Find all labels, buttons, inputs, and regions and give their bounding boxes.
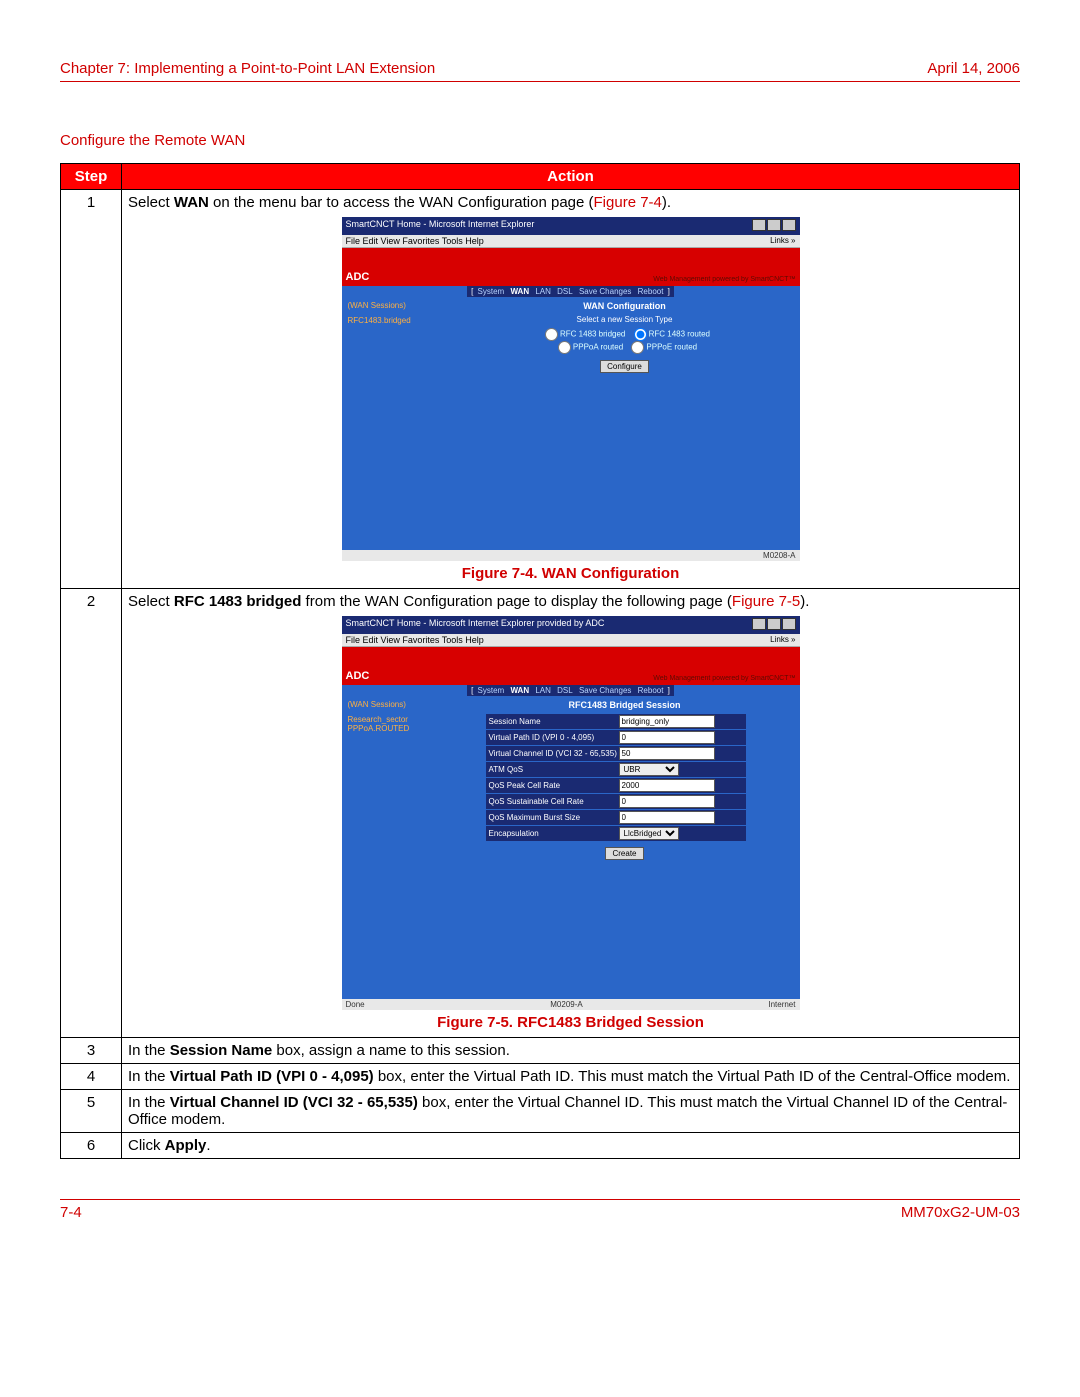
step-number: 2 bbox=[61, 589, 122, 1038]
window-titlebar: SmartCNCT Home - Microsoft Internet Expl… bbox=[342, 217, 800, 235]
logo-bar: ADC Web Management powered by SmartCNCT™ bbox=[342, 248, 800, 286]
panel-title: WAN Configuration bbox=[456, 301, 794, 311]
adc-logo: ADC bbox=[346, 671, 370, 682]
window-title: SmartCNCT Home - Microsoft Internet Expl… bbox=[346, 618, 605, 632]
logo-bar: ADC Web Management powered by SmartCNCT™ bbox=[342, 647, 800, 685]
browser-menubar: File Edit View Favorites Tools Help Link… bbox=[342, 634, 800, 647]
page-footer: 7-4 MM70xG2-UM-03 bbox=[60, 1199, 1020, 1221]
rfc1483-routed-radio[interactable] bbox=[634, 328, 647, 341]
atm-qos-select[interactable]: UBR bbox=[619, 763, 679, 776]
col-action: Action bbox=[122, 164, 1020, 190]
sidebar: (WAN Sessions) RFC1483.bridged bbox=[342, 297, 450, 375]
doc-id: MM70xG2-UM-03 bbox=[901, 1204, 1020, 1221]
pcr-input[interactable] bbox=[619, 779, 715, 792]
nav-tabs: [ System WAN LAN DSL Save Changes Reboot… bbox=[342, 685, 800, 696]
table-row: 3 In the Session Name box, assign a name… bbox=[61, 1038, 1020, 1064]
window-controls bbox=[751, 219, 796, 233]
step-number: 5 bbox=[61, 1090, 122, 1133]
close-icon bbox=[782, 219, 796, 231]
figure-caption: Figure 7-5. RFC1483 Bridged Session bbox=[128, 1014, 1013, 1031]
window-controls bbox=[751, 618, 796, 632]
step-action: In the Virtual Path ID (VPI 0 - 4,095) b… bbox=[122, 1064, 1020, 1090]
table-row: 4 In the Virtual Path ID (VPI 0 - 4,095)… bbox=[61, 1064, 1020, 1090]
figure-ref: Figure 7-4 bbox=[594, 194, 662, 211]
vpi-input[interactable] bbox=[619, 731, 715, 744]
sidebar: (WAN Sessions) Research_sector PPPoA.ROU… bbox=[342, 696, 450, 862]
maximize-icon bbox=[767, 219, 781, 231]
section-title: Configure the Remote WAN bbox=[60, 132, 1020, 149]
step-number: 4 bbox=[61, 1064, 122, 1090]
configure-button[interactable]: Configure bbox=[600, 360, 649, 373]
screenshot-wan-config: SmartCNCT Home - Microsoft Internet Expl… bbox=[342, 217, 800, 561]
create-button[interactable]: Create bbox=[605, 847, 643, 860]
step-action: Select RFC 1483 bridged from the WAN Con… bbox=[122, 589, 1020, 1038]
vci-input[interactable] bbox=[619, 747, 715, 760]
step-action: In the Session Name box, assign a name t… bbox=[122, 1038, 1020, 1064]
mbs-input[interactable] bbox=[619, 811, 715, 824]
table-row: 5 In the Virtual Channel ID (VCI 32 - 65… bbox=[61, 1090, 1020, 1133]
chapter-title: Chapter 7: Implementing a Point-to-Point… bbox=[60, 60, 435, 77]
window-titlebar: SmartCNCT Home - Microsoft Internet Expl… bbox=[342, 616, 800, 634]
rfc1483-bridged-radio[interactable] bbox=[545, 328, 558, 341]
session-name-input[interactable] bbox=[619, 715, 715, 728]
panel-title: RFC1483 Bridged Session bbox=[456, 700, 794, 710]
step-action: Click Apply. bbox=[122, 1133, 1020, 1159]
figure-ref: Figure 7-5 bbox=[732, 593, 800, 610]
step-number: 6 bbox=[61, 1133, 122, 1159]
table-row: 6 Click Apply. bbox=[61, 1133, 1020, 1159]
table-row: 1 Select WAN on the menu bar to access t… bbox=[61, 190, 1020, 589]
minimize-icon bbox=[752, 618, 766, 630]
step-number: 1 bbox=[61, 190, 122, 589]
nav-tabs: [ System WAN LAN DSL Save Changes Reboot… bbox=[342, 286, 800, 297]
step-action: In the Virtual Channel ID (VCI 32 - 65,5… bbox=[122, 1090, 1020, 1133]
figure-caption: Figure 7-4. WAN Configuration bbox=[128, 565, 1013, 582]
pppoa-routed-radio[interactable] bbox=[558, 341, 571, 354]
scr-input[interactable] bbox=[619, 795, 715, 808]
browser-menubar: File Edit View Favorites Tools Help Link… bbox=[342, 235, 800, 248]
adc-logo: ADC bbox=[346, 272, 370, 283]
col-step: Step bbox=[61, 164, 122, 190]
page-number: 7-4 bbox=[60, 1204, 82, 1221]
encapsulation-select[interactable]: LlcBridged bbox=[619, 827, 679, 840]
step-action: Select WAN on the menu bar to access the… bbox=[122, 190, 1020, 589]
minimize-icon bbox=[752, 219, 766, 231]
screenshot-body: [ System WAN LAN DSL Save Changes Reboot… bbox=[342, 685, 800, 999]
screenshot-body: [ System WAN LAN DSL Save Changes Reboot… bbox=[342, 286, 800, 550]
maximize-icon bbox=[767, 618, 781, 630]
page-header: Chapter 7: Implementing a Point-to-Point… bbox=[60, 60, 1020, 82]
status-bar: Done M0209-A Internet bbox=[342, 999, 800, 1010]
session-form: Session Name Virtual Path ID (VPI 0 - 4,… bbox=[486, 714, 746, 841]
screenshot-rfc1483: SmartCNCT Home - Microsoft Internet Expl… bbox=[342, 616, 800, 1010]
step-number: 3 bbox=[61, 1038, 122, 1064]
table-row: 2 Select RFC 1483 bridged from the WAN C… bbox=[61, 589, 1020, 1038]
window-title: SmartCNCT Home - Microsoft Internet Expl… bbox=[346, 219, 535, 233]
close-icon bbox=[782, 618, 796, 630]
page-date: April 14, 2006 bbox=[927, 60, 1020, 77]
session-type-options: RFC 1483 bridged RFC 1483 routed PPPoA r… bbox=[456, 328, 794, 354]
status-bar: M0208-A bbox=[342, 550, 800, 561]
steps-table: Step Action 1 Select WAN on the menu bar… bbox=[60, 163, 1020, 1159]
pppoe-routed-radio[interactable] bbox=[631, 341, 644, 354]
